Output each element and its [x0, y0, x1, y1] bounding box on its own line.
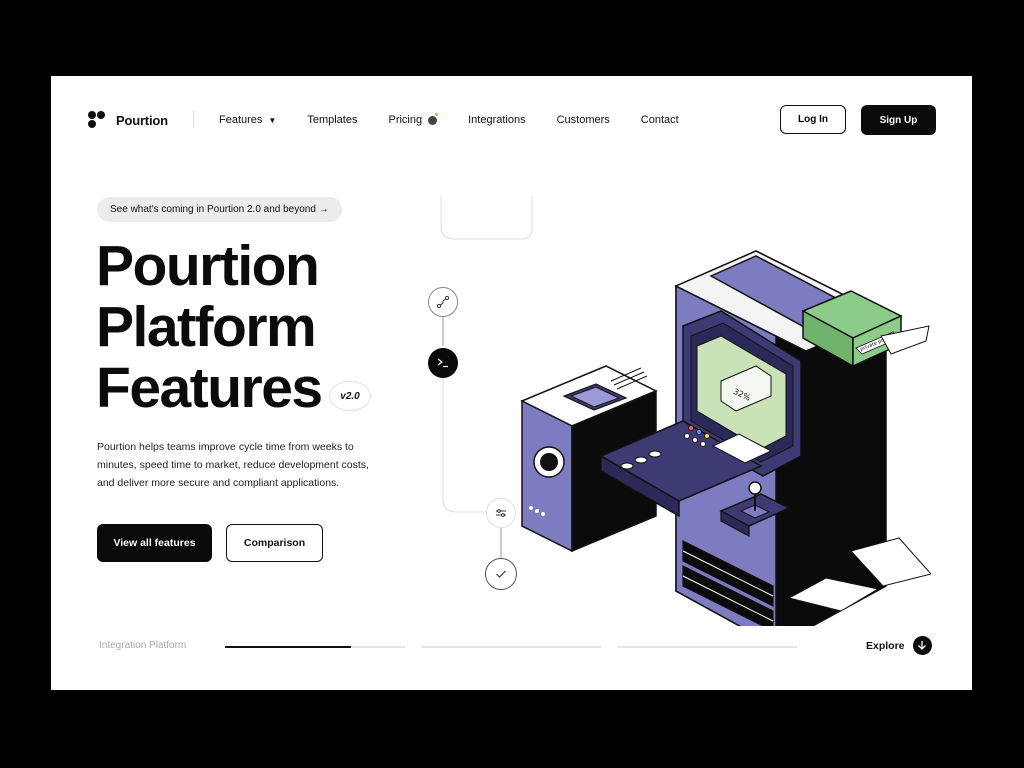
arcade-machine-illustration: 32% private project — [520, 250, 931, 626]
logo-icon — [88, 111, 106, 129]
signup-button[interactable]: Sign Up — [861, 105, 936, 135]
nav-item-label: Contact — [640, 114, 679, 126]
nav-item-pricing[interactable]: Pricing — [388, 112, 439, 126]
headline-line: Pourtion — [96, 234, 320, 298]
chevron-down-icon: ▼ — [268, 115, 277, 125]
progress-track-2[interactable] — [421, 646, 601, 648]
brand-logo[interactable]: Pourtion — [88, 111, 168, 129]
progress-track-1[interactable] — [225, 646, 405, 648]
headline-line: Platform — [96, 295, 317, 359]
version-badge: v2.0 — [329, 381, 371, 411]
headline-line: Features — [96, 356, 323, 420]
view-all-features-button[interactable]: View all features — [97, 524, 212, 562]
explore-label: Explore — [866, 639, 905, 652]
announcement-pill[interactable]: See what's coming in Pourtion 2.0 and be… — [97, 197, 342, 222]
nav-item-features[interactable]: Features ▼ — [219, 114, 276, 126]
nav-divider — [193, 111, 194, 128]
progress-track-3[interactable] — [617, 646, 797, 648]
nav-item-contact[interactable]: Contact — [641, 114, 679, 126]
page-title: Pourtion Platform Features — [96, 234, 323, 420]
page-frame: Pourtion Features ▼ Templates Pricing In… — [51, 76, 972, 690]
nav-item-integrations[interactable]: Integrations — [468, 114, 525, 126]
nav-item-label: Integrations — [468, 114, 526, 126]
main-nav: Features ▼ Templates Pricing Integration… — [219, 112, 710, 128]
bomb-icon — [428, 112, 439, 125]
comparison-button[interactable]: Comparison — [226, 524, 323, 562]
hero-description: Pourtion helps teams improve cycle time … — [97, 441, 369, 489]
arrow-down-icon — [912, 636, 932, 655]
nav-item-label: Pricing — [388, 114, 423, 126]
section-label: Integration Platform — [99, 640, 187, 651]
explore-button[interactable]: Explore — [866, 636, 932, 655]
nav-item-label: Customers — [556, 114, 610, 126]
brand-name: Pourtion — [116, 112, 168, 128]
login-button[interactable]: Log In — [780, 105, 846, 134]
nav-item-label: Features — [219, 114, 263, 126]
nav-item-customers[interactable]: Customers — [557, 114, 610, 126]
nav-item-label: Templates — [307, 114, 358, 126]
nav-item-templates[interactable]: Templates — [307, 114, 357, 126]
progress-fill — [225, 646, 351, 648]
